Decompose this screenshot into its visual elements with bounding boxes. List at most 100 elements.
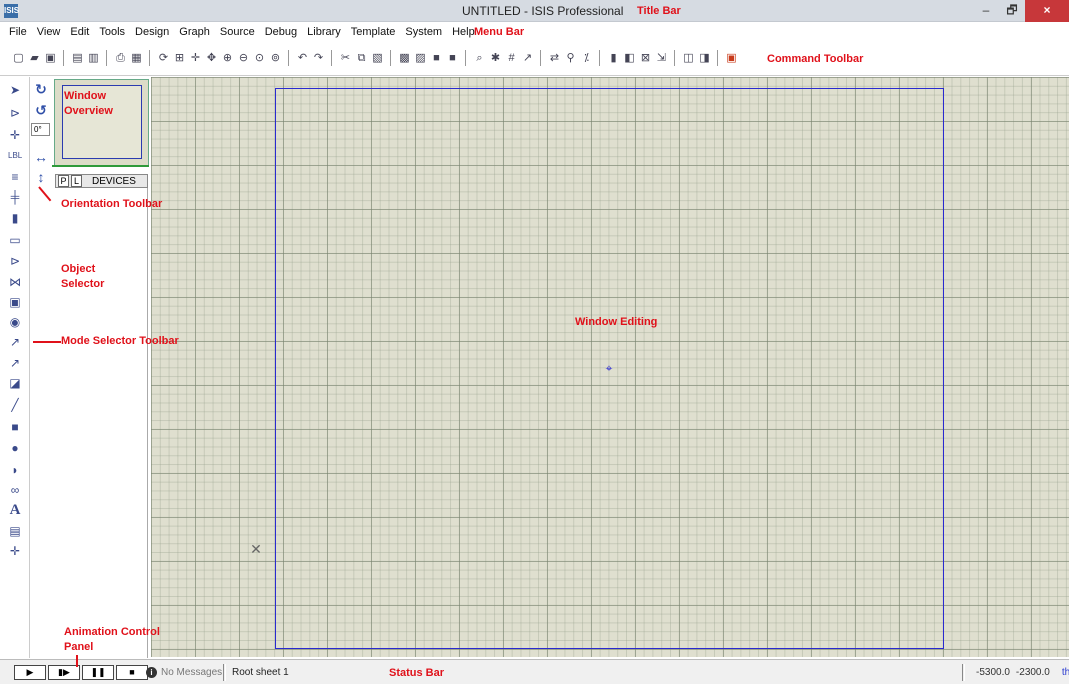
terminals-icon[interactable]: ▭ — [8, 233, 22, 247]
electrical-check-icon[interactable]: ◨ — [698, 51, 711, 65]
window-title: UNTITLED - ISIS Professional — [462, 4, 624, 18]
minimize-button[interactable]: – — [973, 0, 999, 22]
menu-design[interactable]: Design — [130, 26, 174, 38]
text-script-icon[interactable]: ≡ — [8, 170, 22, 184]
menu-source[interactable]: Source — [215, 26, 260, 38]
stop-button[interactable]: ■ — [116, 665, 148, 680]
library-manager-button[interactable]: L — [71, 175, 82, 187]
graph-icon[interactable]: ⋈ — [8, 275, 22, 289]
menu-graph[interactable]: Graph — [174, 26, 215, 38]
component-mode-icon[interactable]: ⊳ — [8, 106, 22, 120]
tape-recorder-icon[interactable]: ▣ — [8, 295, 22, 309]
menu-edit[interactable]: Edit — [65, 26, 94, 38]
voltage-probe-icon[interactable]: ↗ — [8, 335, 22, 349]
object-selector-list[interactable] — [55, 188, 148, 658]
pause-button[interactable]: ❚❚ — [82, 665, 114, 680]
coord-unit[interactable]: th — [1062, 667, 1069, 678]
new-file-icon[interactable]: ▢ — [12, 51, 25, 65]
open-folder-icon[interactable]: ▰ — [28, 51, 41, 65]
goto-sheet-icon[interactable]: ⇲ — [655, 51, 668, 65]
block-delete-icon[interactable]: ■ — [446, 51, 459, 65]
close-button[interactable]: × — [1025, 0, 1069, 22]
zoom-in-icon[interactable]: ⊕ — [221, 51, 234, 65]
symbol-icon[interactable]: ▤ — [8, 524, 22, 538]
pick-from-library-button[interactable]: P — [58, 175, 69, 187]
toolbar-separator — [540, 50, 542, 66]
mirror-vertical-icon[interactable]: ↕ — [33, 169, 49, 185]
text-icon[interactable]: A — [8, 503, 22, 518]
buses-icon[interactable]: ╪ — [8, 190, 22, 204]
make-device-icon[interactable]: ✱ — [489, 51, 502, 65]
search-tag-icon[interactable]: ⚲ — [564, 51, 577, 65]
play-button[interactable]: ▶ — [14, 665, 46, 680]
device-pins-icon[interactable]: ⊳ — [8, 254, 22, 268]
new-sheet-icon[interactable]: ▮ — [607, 51, 620, 65]
zoom-all-icon[interactable]: ⊙ — [253, 51, 266, 65]
circle-icon[interactable]: ● — [8, 441, 22, 455]
marker-icon[interactable]: ✛ — [8, 544, 22, 558]
line-icon[interactable]: ╱ — [8, 398, 22, 412]
block-rotate-icon[interactable]: ■ — [430, 51, 443, 65]
paste-icon[interactable]: ▧ — [371, 51, 384, 65]
origin-icon[interactable]: ✛ — [189, 51, 202, 65]
step-button[interactable]: ▮▶ — [48, 665, 80, 680]
wire-label-icon[interactable]: LBL — [8, 149, 22, 163]
packaging-icon[interactable]: # — [505, 51, 518, 65]
menu-template[interactable]: Template — [346, 26, 401, 38]
cut-icon[interactable]: ✂ — [339, 51, 352, 65]
closed-path-icon[interactable]: ∞ — [8, 483, 22, 497]
pick-device-icon[interactable]: ⌕ — [473, 51, 486, 65]
annotation-pointer-mode-selector — [33, 341, 61, 343]
app-icon[interactable]: ISIS — [4, 4, 19, 18]
rotate-anticlockwise-icon[interactable]: ↺ — [33, 102, 49, 118]
animation-control-panel: ▶ ▮▶ ❚❚ ■ — [14, 665, 150, 680]
block-copy-icon[interactable]: ▩ — [398, 51, 411, 65]
restore-button[interactable]: 🗗 — [999, 0, 1025, 22]
bill-of-materials-icon[interactable]: ◫ — [682, 51, 695, 65]
property-assign-icon[interactable]: ⁒ — [580, 51, 593, 65]
refresh-icon[interactable]: ⟳ — [157, 51, 170, 65]
redo-icon[interactable]: ↷ — [312, 51, 325, 65]
rotate-clockwise-icon[interactable]: ↻ — [33, 81, 49, 97]
cursor-coordinates: -5300.0 -2300.0 th — [976, 667, 1069, 678]
subcircuit-icon[interactable]: ▮ — [8, 211, 22, 225]
current-probe-icon[interactable]: ↗ — [8, 356, 22, 370]
pan-icon[interactable]: ✥ — [205, 51, 218, 65]
menu-debug[interactable]: Debug — [260, 26, 302, 38]
menu-file[interactable]: File — [4, 26, 32, 38]
menu-view[interactable]: View — [32, 26, 66, 38]
zoom-out-icon[interactable]: ⊖ — [237, 51, 250, 65]
info-icon: i — [146, 667, 157, 678]
window-controls: – 🗗 × — [973, 0, 1069, 22]
print-area-icon[interactable]: ▦ — [130, 51, 143, 65]
decompose-icon[interactable]: ↗ — [521, 51, 534, 65]
block-move-icon[interactable]: ▨ — [414, 51, 427, 65]
add-sheet-icon[interactable]: ◧ — [623, 51, 636, 65]
grid-icon[interactable]: ⊞ — [173, 51, 186, 65]
zoom-area-icon[interactable]: ⊚ — [269, 51, 282, 65]
mode-selector-toolbar: ➤ ⊳ ✛ LBL ≡ ╪ ▮ ▭ ⊳ ⋈ ▣ ◉ ↗ ↗ ◪ ╱ ■ ● ◗ … — [0, 77, 30, 658]
editing-window[interactable]: ⌖ ✕ — [151, 77, 1069, 657]
rotation-angle-field[interactable]: 0° — [31, 123, 50, 136]
save-icon[interactable]: ▣ — [44, 51, 57, 65]
netlist-to-ares-icon[interactable]: ▣ — [725, 51, 738, 65]
status-message: No Messages — [161, 667, 223, 678]
selection-mode-icon[interactable]: ➤ — [8, 83, 22, 97]
virtual-instruments-icon[interactable]: ◪ — [8, 376, 22, 390]
menu-tools[interactable]: Tools — [94, 26, 130, 38]
box-icon[interactable]: ■ — [8, 420, 22, 434]
import-icon[interactable]: ▤ — [71, 51, 84, 65]
menu-system[interactable]: System — [400, 26, 447, 38]
mirror-horizontal-icon[interactable]: ↔ — [33, 149, 49, 165]
remove-sheet-icon[interactable]: ⊠ — [639, 51, 652, 65]
undo-icon[interactable]: ↶ — [296, 51, 309, 65]
generator-icon[interactable]: ◉ — [8, 315, 22, 329]
annotation-window-editing: Window Editing — [575, 316, 658, 328]
export-icon[interactable]: ▥ — [87, 51, 100, 65]
junction-dot-icon[interactable]: ✛ — [8, 128, 22, 142]
menu-library[interactable]: Library — [302, 26, 346, 38]
print-icon[interactable]: ⎙ — [114, 51, 127, 65]
copy-icon[interactable]: ⧉ — [355, 51, 368, 65]
wire-autorouter-icon[interactable]: ⇄ — [548, 51, 561, 65]
arc-icon[interactable]: ◗ — [8, 463, 22, 477]
